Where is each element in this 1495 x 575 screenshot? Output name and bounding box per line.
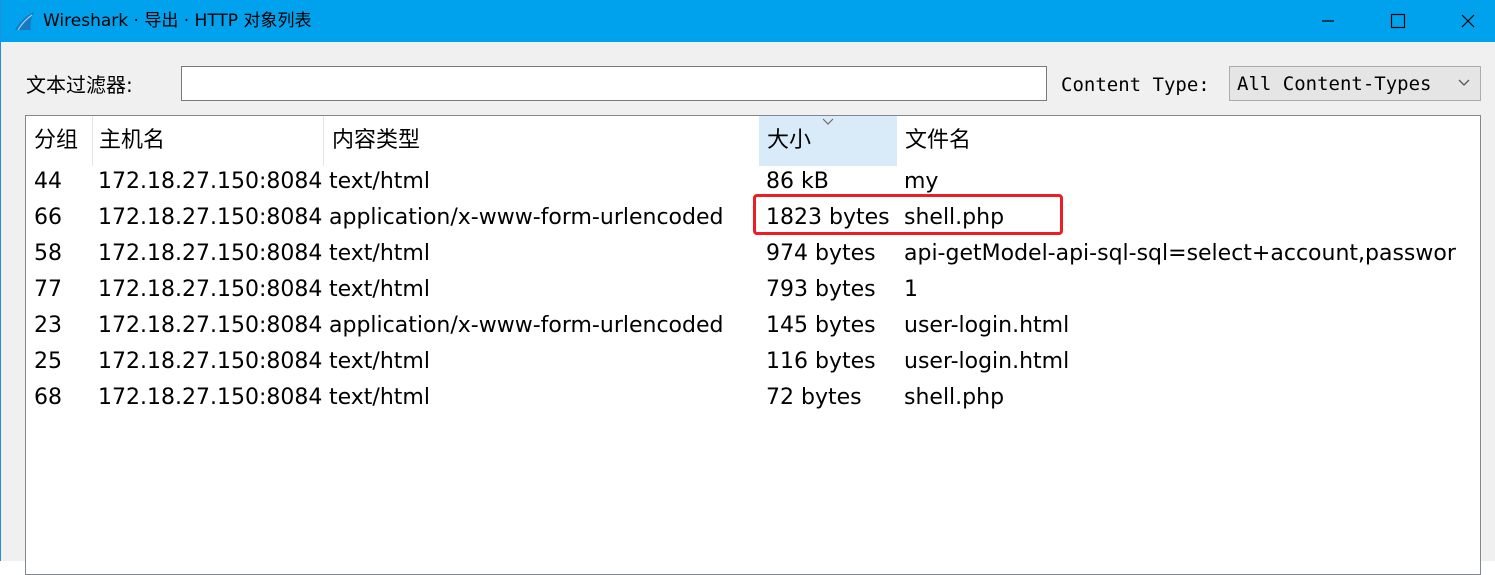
cell-filename: shell.php <box>904 205 1005 230</box>
table-row[interactable]: 25 172.18.27.150:8084 text/html 116 byte… <box>26 344 1480 380</box>
content-type-selected-value: All Content-Types <box>1237 73 1432 95</box>
cell-filename: user-login.html <box>904 313 1070 338</box>
cell-packet: 23 <box>34 313 62 338</box>
wireshark-fin-icon <box>15 12 34 31</box>
cell-size: 145 bytes <box>766 313 876 338</box>
cell-size: 86 kB <box>766 169 829 194</box>
cell-size: 974 bytes <box>766 241 876 266</box>
content-type-label: Content Type: <box>1061 74 1210 96</box>
close-button[interactable] <box>1445 0 1491 42</box>
cell-content-type: text/html <box>329 241 430 266</box>
cell-filename: shell.php <box>904 385 1005 410</box>
table-row[interactable]: 77 172.18.27.150:8084 text/html 793 byte… <box>26 272 1480 308</box>
cell-packet: 58 <box>34 241 62 266</box>
text-filter-input[interactable] <box>181 66 1047 101</box>
cell-content-type: application/x-www-form-urlencoded <box>329 313 724 338</box>
table-row[interactable]: 58 172.18.27.150:8084 text/html 974 byte… <box>26 236 1480 272</box>
cell-size: 793 bytes <box>766 277 876 302</box>
cell-hostname: 172.18.27.150:8084 <box>98 349 323 374</box>
cell-size: 1823 bytes <box>766 205 890 230</box>
cell-filename: 1 <box>904 277 918 302</box>
column-header-packet[interactable]: 分组 <box>26 116 92 166</box>
sort-descending-icon <box>822 118 834 125</box>
column-header-content-type[interactable]: 内容类型 <box>323 116 759 166</box>
text-filter-label: 文本过滤器: <box>26 73 133 97</box>
minimize-icon <box>1322 20 1334 22</box>
cell-content-type: text/html <box>329 277 430 302</box>
cell-hostname: 172.18.27.150:8084 <box>98 169 323 194</box>
maximize-icon <box>1390 13 1406 29</box>
cell-packet: 44 <box>34 169 62 194</box>
cell-packet: 25 <box>34 349 62 374</box>
window-title: Wireshark · 导出 · HTTP 对象列表 <box>43 11 312 31</box>
cell-content-type: text/html <box>329 385 430 410</box>
cell-hostname: 172.18.27.150:8084 <box>98 205 323 230</box>
cell-filename: user-login.html <box>904 349 1070 374</box>
column-header-filename[interactable]: 文件名 <box>897 116 1480 166</box>
cell-size: 72 bytes <box>766 385 862 410</box>
title-bar[interactable]: Wireshark · 导出 · HTTP 对象列表 <box>1 0 1495 42</box>
cell-content-type: text/html <box>329 349 430 374</box>
cell-packet: 77 <box>34 277 62 302</box>
cell-filename: my <box>904 169 939 194</box>
cell-content-type: text/html <box>329 169 430 194</box>
cell-packet: 68 <box>34 385 62 410</box>
chevron-down-icon <box>1458 79 1470 86</box>
table-row[interactable]: 23 172.18.27.150:8084 application/x-www-… <box>26 308 1480 344</box>
cell-hostname: 172.18.27.150:8084 <box>98 277 323 302</box>
cell-filename: api-getModel-api-sql-sql=select+account,… <box>904 241 1456 266</box>
cell-content-type: application/x-www-form-urlencoded <box>329 205 724 230</box>
cell-hostname: 172.18.27.150:8084 <box>98 241 323 266</box>
cell-packet: 66 <box>34 205 62 230</box>
content-type-dropdown[interactable]: All Content-Types <box>1229 66 1481 101</box>
cell-size: 116 bytes <box>766 349 876 374</box>
table-row[interactable]: 44 172.18.27.150:8084 text/html 86 kB my <box>26 164 1480 200</box>
http-objects-table[interactable]: 分组 主机名 内容类型 大小 文件名 44 172.18.27.150:8084… <box>25 115 1481 575</box>
export-http-objects-window: Wireshark · 导出 · HTTP 对象列表 文本过滤器: Conten… <box>0 0 1495 575</box>
table-row[interactable]: 68 172.18.27.150:8084 text/html 72 bytes… <box>26 380 1480 416</box>
table-row[interactable]: 66 172.18.27.150:8084 application/x-www-… <box>26 200 1480 236</box>
close-icon <box>1461 14 1475 28</box>
cell-hostname: 172.18.27.150:8084 <box>98 313 323 338</box>
column-header-hostname[interactable]: 主机名 <box>92 116 323 166</box>
minimize-button[interactable] <box>1305 0 1351 42</box>
maximize-button[interactable] <box>1375 0 1421 42</box>
cell-hostname: 172.18.27.150:8084 <box>98 385 323 410</box>
